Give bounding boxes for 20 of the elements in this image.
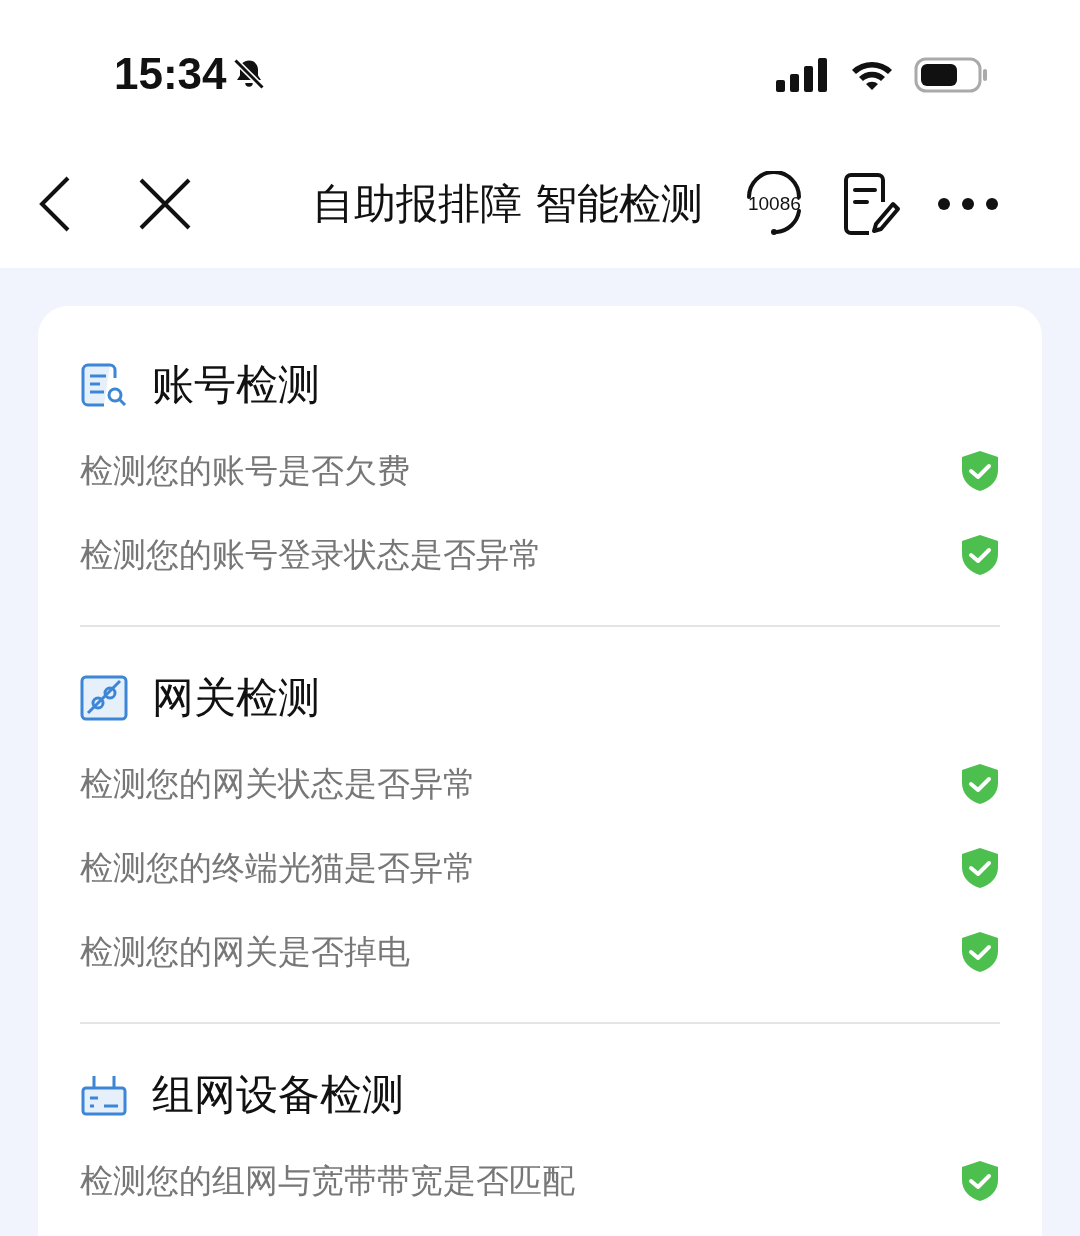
check-item-label: 检测您的网关状态是否异常 <box>80 762 476 805</box>
check-item-label: 检测您的网关是否掉电 <box>80 930 410 973</box>
hotline-button[interactable]: 10086 <box>741 171 808 237</box>
check-item-label: 检测您的终端光猫是否异常 <box>80 846 476 889</box>
more-icon[interactable] <box>937 197 1000 211</box>
document-search-icon <box>80 362 128 408</box>
section-title: 组网设备检测 <box>152 1069 404 1121</box>
close-icon[interactable] <box>138 177 192 231</box>
page-title: 自助报排障 智能检测 <box>312 178 704 230</box>
plug-link-icon <box>80 675 128 721</box>
section-title: 账号检测 <box>152 359 320 411</box>
check-item-label: 检测您的组网与宽带带宽是否匹配 <box>80 1159 575 1202</box>
status-time: 15:34 <box>114 49 227 99</box>
signal-icon <box>776 58 830 92</box>
note-edit-icon[interactable] <box>843 172 902 236</box>
check-item-label: 检测您的账号登录状态是否异常 <box>80 533 542 576</box>
back-icon[interactable] <box>38 175 72 233</box>
check-item-label: 检测您的账号是否欠费 <box>80 449 410 492</box>
section-title: 网关检测 <box>152 672 320 724</box>
battery-icon <box>914 57 988 93</box>
